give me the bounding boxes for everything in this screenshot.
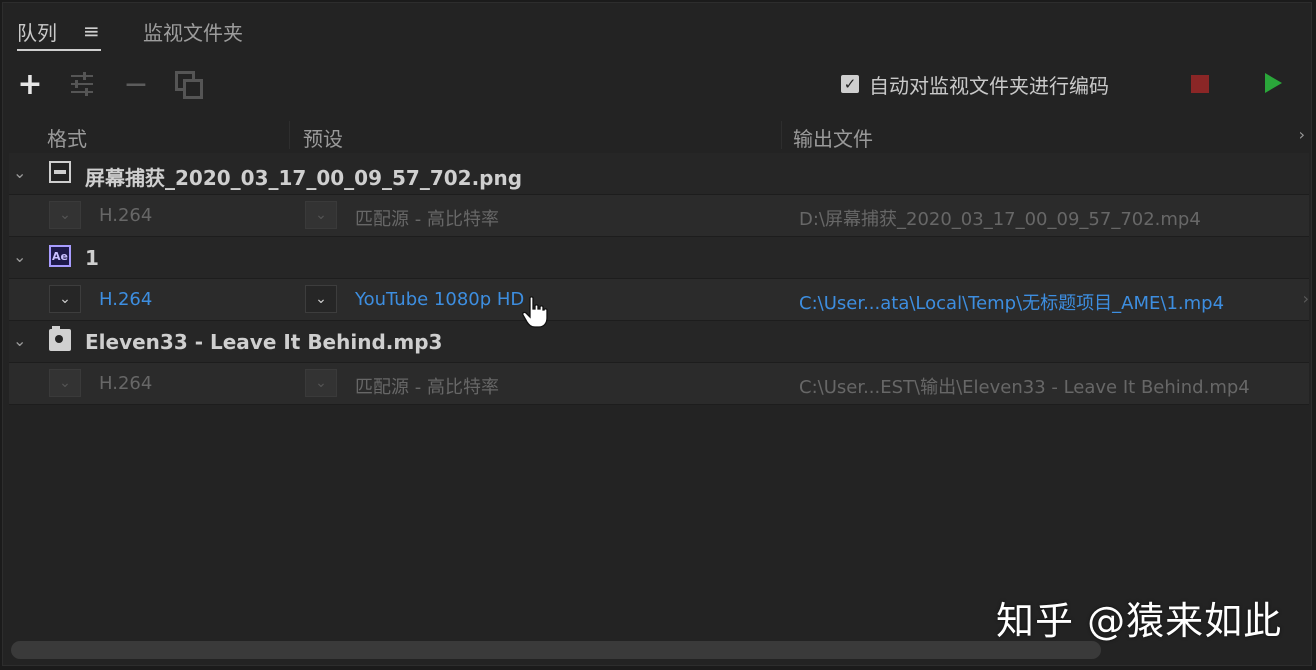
tab-watch-label: 监视文件夹 <box>143 21 243 45</box>
panel-tabs: 队列 ≡ 监视文件夹 <box>3 3 1311 53</box>
queue-source-row[interactable]: ⌄ Eleven33 - Leave It Behind.mp3 <box>9 321 1309 363</box>
queue-toolbar: + − ✓ 自动对监视文件夹进行编码 <box>3 61 1311 107</box>
chevron-down-icon[interactable]: ⌄ <box>13 247 26 266</box>
format-value[interactable]: H.264 <box>99 289 152 310</box>
column-output-file[interactable]: 输出文件 <box>793 123 873 152</box>
preset-dropdown[interactable]: ⌄ <box>305 285 337 313</box>
preset-value[interactable]: YouTube 1080p HD <box>355 289 524 310</box>
auto-encode-toggle[interactable]: ✓ 自动对监视文件夹进行编码 <box>841 71 1109 98</box>
source-name: 1 <box>85 246 99 270</box>
output-path[interactable]: C:\User...ata\Local\Temp\无标题项目_AME\1.mp4 <box>799 289 1224 315</box>
play-icon[interactable] <box>1265 73 1282 93</box>
hand-cursor-icon <box>522 296 548 328</box>
preset-value[interactable]: 匹配源 - 高比特率 <box>355 205 499 231</box>
output-path[interactable]: C:\User...EST\输出\Eleven33 - Leave It Beh… <box>799 373 1250 399</box>
preset-value[interactable]: 匹配源 - 高比特率 <box>355 373 499 399</box>
plus-icon[interactable]: + <box>13 67 47 102</box>
queue-output-row[interactable]: ⌄ H.264 ⌄ YouTube 1080p HD C:\User...ata… <box>9 279 1309 321</box>
watermark: 知乎 @猿来如此 <box>996 599 1283 643</box>
source-name: Eleven33 - Leave It Behind.mp3 <box>85 330 443 354</box>
row-overflow-icon: › <box>1302 289 1309 308</box>
queue-output-row[interactable]: ⌄ H.264 ⌄ 匹配源 - 高比特率 C:\User...EST\输出\El… <box>9 363 1309 405</box>
after-effects-icon: Ae <box>49 245 71 267</box>
auto-encode-label: 自动对监视文件夹进行编码 <box>869 73 1109 98</box>
auto-encode-checkbox[interactable]: ✓ <box>841 75 859 93</box>
queue-list: ⌄ 屏幕捕获_2020_03_17_00_09_57_702.png ⌄ H.2… <box>9 153 1309 405</box>
horizontal-scrollbar[interactable] <box>11 641 1101 659</box>
format-dropdown[interactable]: ⌄ <box>49 285 81 313</box>
duplicate-icon[interactable] <box>171 67 205 101</box>
image-file-icon <box>49 161 71 183</box>
queue-source-row[interactable]: ⌄ Ae 1 <box>9 237 1309 279</box>
tab-queue-label: 队列 <box>17 21 57 45</box>
chevron-down-icon[interactable]: ⌄ <box>13 163 26 182</box>
active-tab-underline <box>17 49 101 51</box>
preset-dropdown[interactable]: ⌄ <box>305 201 337 229</box>
queue-panel: 队列 ≡ 监视文件夹 + − ✓ 自动对监视文件夹进行编码 格式 预设 输出文件… <box>2 2 1312 666</box>
format-value[interactable]: H.264 <box>99 373 152 394</box>
column-header: 格式 预设 输出文件 › <box>3 115 1311 153</box>
tab-queue[interactable]: 队列 <box>17 17 101 51</box>
format-value[interactable]: H.264 <box>99 205 152 226</box>
column-format[interactable]: 格式 <box>47 123 87 152</box>
output-path[interactable]: D:\屏幕捕获_2020_03_17_00_09_57_702.mp4 <box>799 205 1201 231</box>
preset-dropdown[interactable]: ⌄ <box>305 369 337 397</box>
settings-sliders-icon[interactable] <box>65 67 99 101</box>
minus-icon[interactable]: − <box>119 67 153 102</box>
column-divider[interactable] <box>289 121 290 149</box>
source-name: 屏幕捕获_2020_03_17_00_09_57_702.png <box>85 166 523 190</box>
column-preset[interactable]: 预设 <box>303 123 343 152</box>
column-overflow-icon[interactable]: › <box>1299 125 1305 144</box>
tab-watch-folders[interactable]: 监视文件夹 <box>143 17 243 46</box>
stop-icon[interactable] <box>1191 75 1209 93</box>
queue-output-row[interactable]: ⌄ H.264 ⌄ 匹配源 - 高比特率 D:\屏幕捕获_2020_03_17_… <box>9 195 1309 237</box>
format-dropdown[interactable]: ⌄ <box>49 369 81 397</box>
chevron-down-icon[interactable]: ⌄ <box>13 331 26 350</box>
queue-source-row[interactable]: ⌄ 屏幕捕获_2020_03_17_00_09_57_702.png <box>9 153 1309 195</box>
hamburger-menu-icon[interactable]: ≡ <box>83 19 100 43</box>
format-dropdown[interactable]: ⌄ <box>49 201 81 229</box>
column-divider[interactable] <box>781 121 782 149</box>
audio-file-icon <box>49 326 71 351</box>
